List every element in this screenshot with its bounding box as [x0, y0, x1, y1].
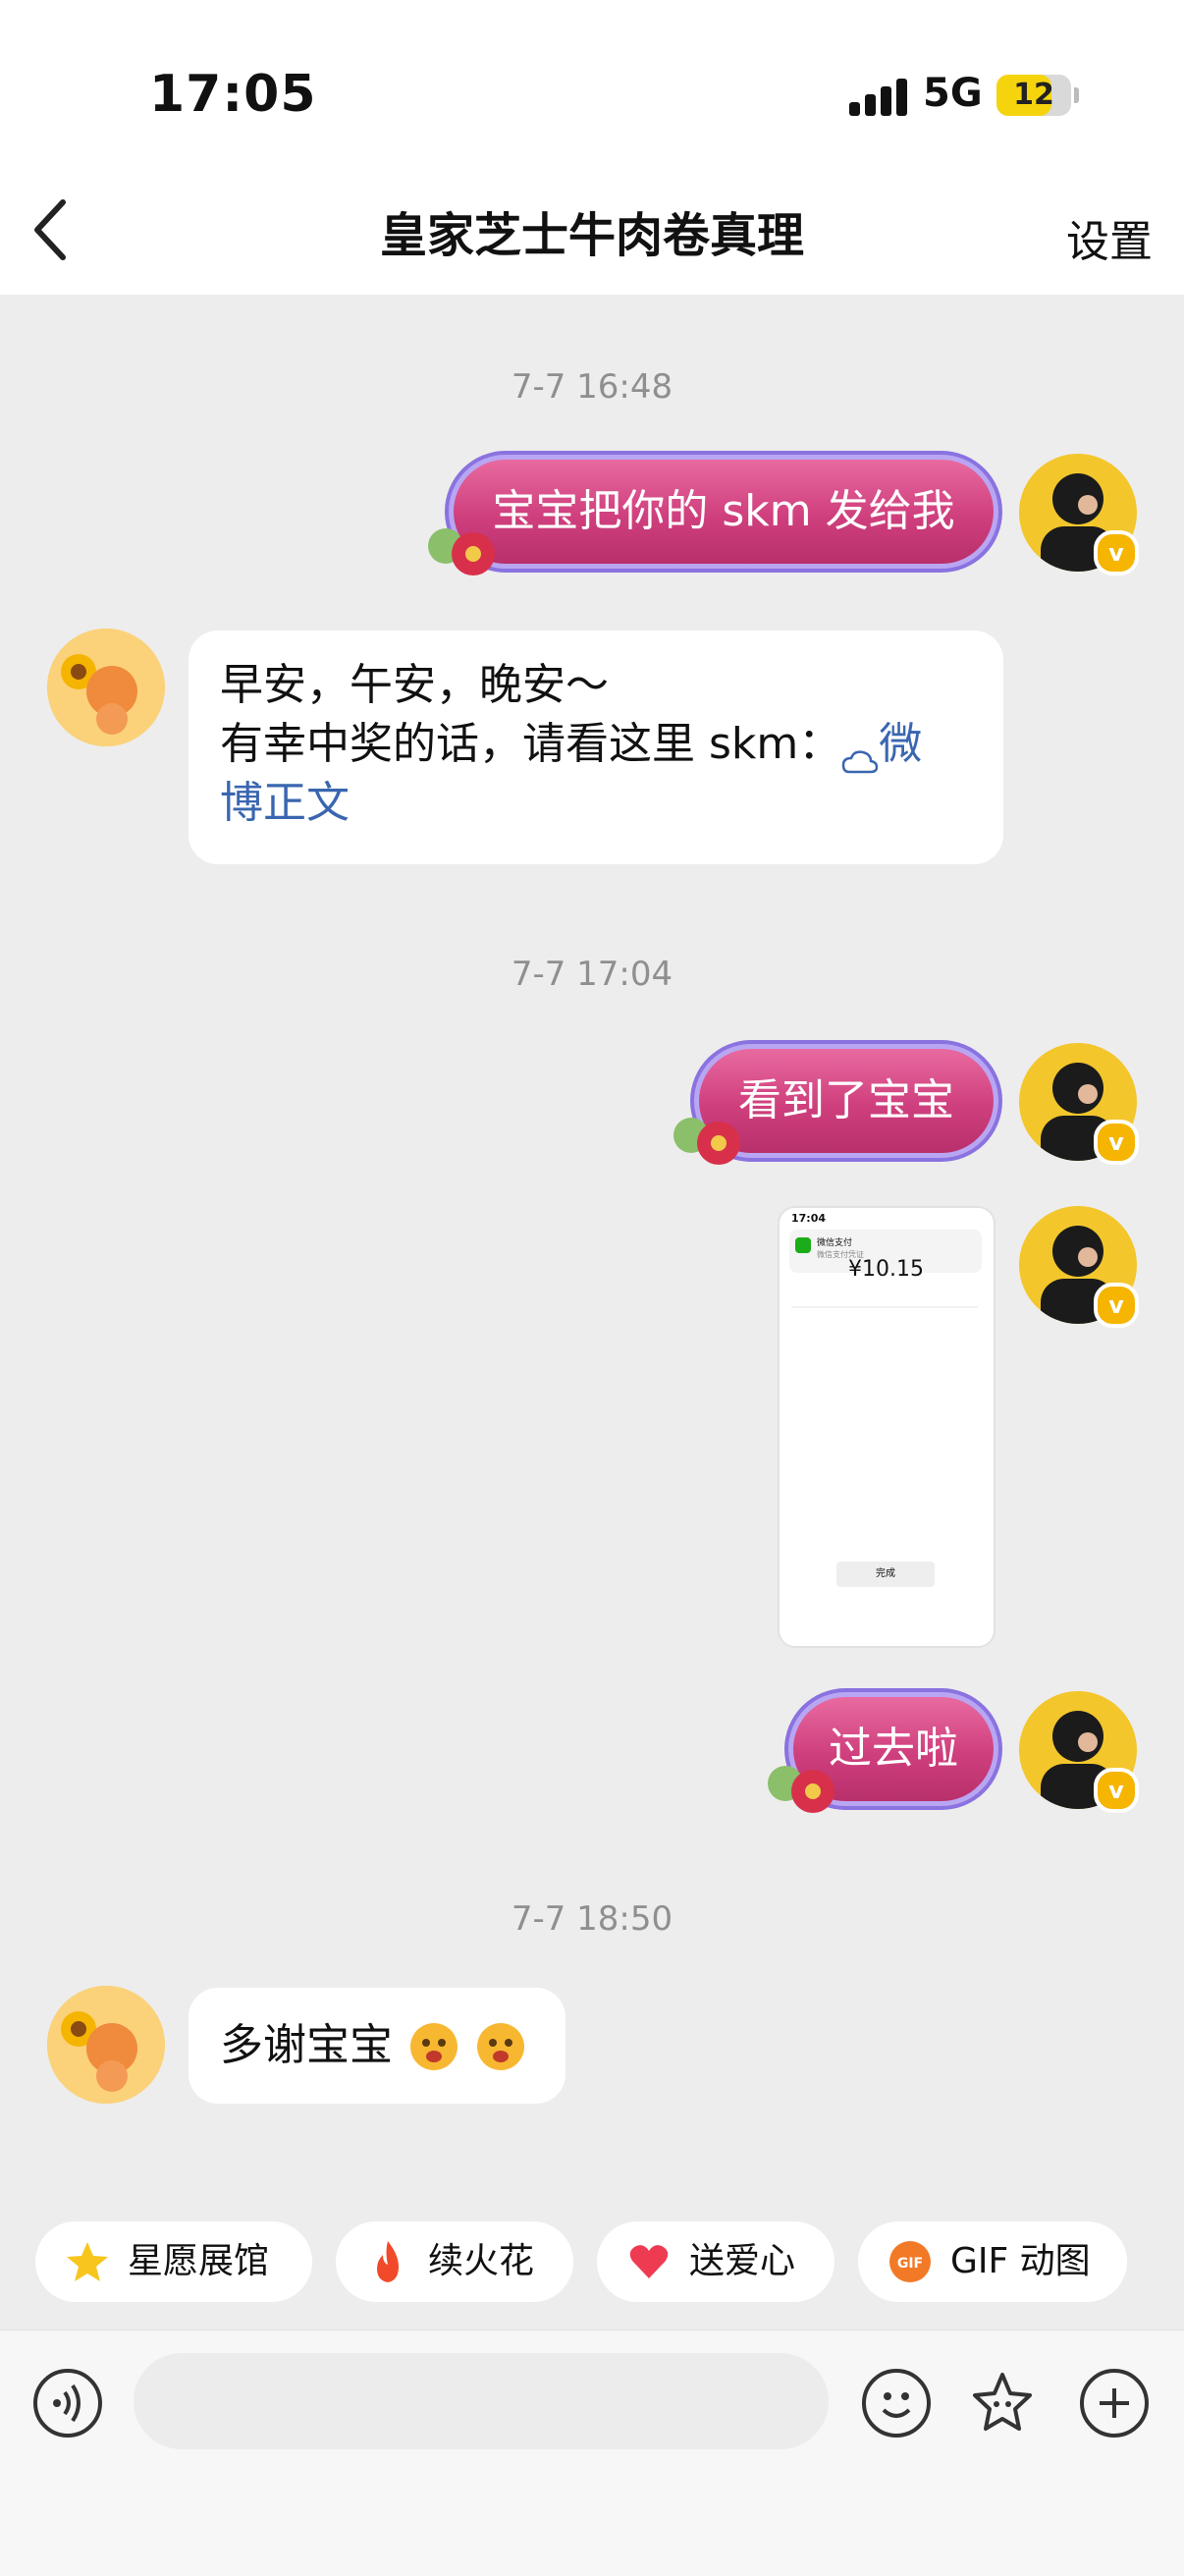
more-button[interactable]	[1080, 2369, 1149, 2438]
weibo-link[interactable]: 微	[879, 719, 922, 769]
flower-decoration-icon	[673, 1118, 740, 1165]
gif-icon: GIF	[889, 2241, 931, 2282]
wechat-pay-icon	[795, 1237, 811, 1253]
message-text: 有幸中奖的话，请看这里 skm：	[220, 719, 842, 769]
battery-level: 12	[1013, 78, 1054, 112]
received-message-bubble[interactable]: 多谢宝宝	[188, 1988, 565, 2104]
voice-input-button[interactable]	[33, 2369, 102, 2438]
image-status-time: 17:04	[791, 1212, 827, 1225]
quick-actions-bar: 星愿展馆 续火花 送爱心 GIF GIF 动图	[0, 2221, 1184, 2306]
message-line: 有幸中奖的话，请看这里 skm： 微	[220, 715, 976, 774]
quick-action-fire[interactable]: 续火花	[336, 2221, 573, 2302]
avatar-image	[47, 629, 165, 746]
image-divider	[791, 1306, 978, 1308]
message-text-block: 早安，午安，晚安～ 有幸中奖的话，请看这里 skm： 微 博正文	[220, 656, 976, 833]
quick-action-label: 送爱心	[689, 2241, 796, 2281]
heart-icon	[629, 2245, 669, 2278]
status-bar: 17:05 5G 12	[0, 0, 1184, 177]
link-icon	[841, 733, 879, 774]
received-message-bubble[interactable]: 早安，午安，晚安～ 有幸中奖的话，请看这里 skm： 微 博正文	[188, 630, 1003, 864]
emoji-button[interactable]	[862, 2369, 931, 2438]
timestamp: 7-7 17:04	[511, 955, 673, 994]
quick-action-label: 星愿展馆	[128, 2241, 270, 2281]
emoji-icon	[410, 2023, 457, 2070]
verified-badge-icon: v	[1094, 1768, 1139, 1813]
emoji-icon	[477, 2023, 524, 2070]
battery-icon: 12	[996, 75, 1079, 116]
image-amount: ¥10.15	[848, 1257, 924, 1282]
settings-button[interactable]: 设置	[1066, 206, 1153, 269]
verified-badge-icon: v	[1094, 530, 1139, 575]
image-app-name: 微信支付	[817, 1238, 853, 1248]
contact-avatar[interactable]	[47, 629, 165, 746]
fire-icon	[377, 2241, 399, 2282]
message-input[interactable]	[134, 2353, 829, 2449]
quick-action-heart[interactable]: 送爱心	[597, 2221, 834, 2302]
quick-action-label: 续火花	[428, 2241, 535, 2281]
sent-message-bubble[interactable]: 宝宝把你的 skm 发给我	[454, 460, 994, 564]
flower-decoration-icon	[428, 528, 495, 575]
message-line: 早安，午安，晚安～	[220, 660, 609, 710]
message-text: 过去啦	[829, 1724, 958, 1774]
flower-decoration-icon	[768, 1766, 834, 1813]
image-message[interactable]: 17:04 微信支付 微信支付凭证 ¥10.15 完成	[778, 1206, 996, 1648]
verified-badge-icon: v	[1094, 1120, 1139, 1165]
svg-text:GIF: GIF	[897, 2256, 923, 2272]
quick-action-label: GIF 动图	[950, 2241, 1091, 2281]
network-label: 5G	[923, 71, 983, 116]
avatar-image	[47, 1986, 165, 2104]
timestamp: 7-7 16:48	[511, 367, 673, 407]
signal-icon	[849, 77, 908, 116]
verified-badge-icon: v	[1094, 1283, 1139, 1328]
quick-action-star-gallery[interactable]: 星愿展馆	[35, 2221, 312, 2302]
star-icon	[67, 2242, 108, 2281]
status-time: 17:05	[149, 65, 317, 124]
timestamp: 7-7 18:50	[511, 1899, 673, 1939]
chat-title: 皇家芝士牛肉卷真理	[379, 208, 804, 263]
star-outline-icon	[973, 2373, 1032, 2431]
plus-icon	[1100, 2388, 1129, 2418]
message-text: 多谢宝宝	[220, 2020, 393, 2070]
contact-avatar[interactable]	[47, 1986, 165, 2104]
image-done-button: 完成	[836, 1562, 935, 1587]
voice-icon	[53, 2384, 81, 2423]
message-text: 宝宝把你的 skm 发给我	[492, 486, 955, 536]
quick-action-gif[interactable]: GIF GIF 动图	[858, 2221, 1127, 2302]
weibo-link-continued[interactable]: 博正文	[220, 774, 976, 833]
sticker-button[interactable]	[968, 2369, 1037, 2438]
smiley-icon	[882, 2392, 911, 2418]
message-text: 看到了宝宝	[738, 1075, 954, 1125]
